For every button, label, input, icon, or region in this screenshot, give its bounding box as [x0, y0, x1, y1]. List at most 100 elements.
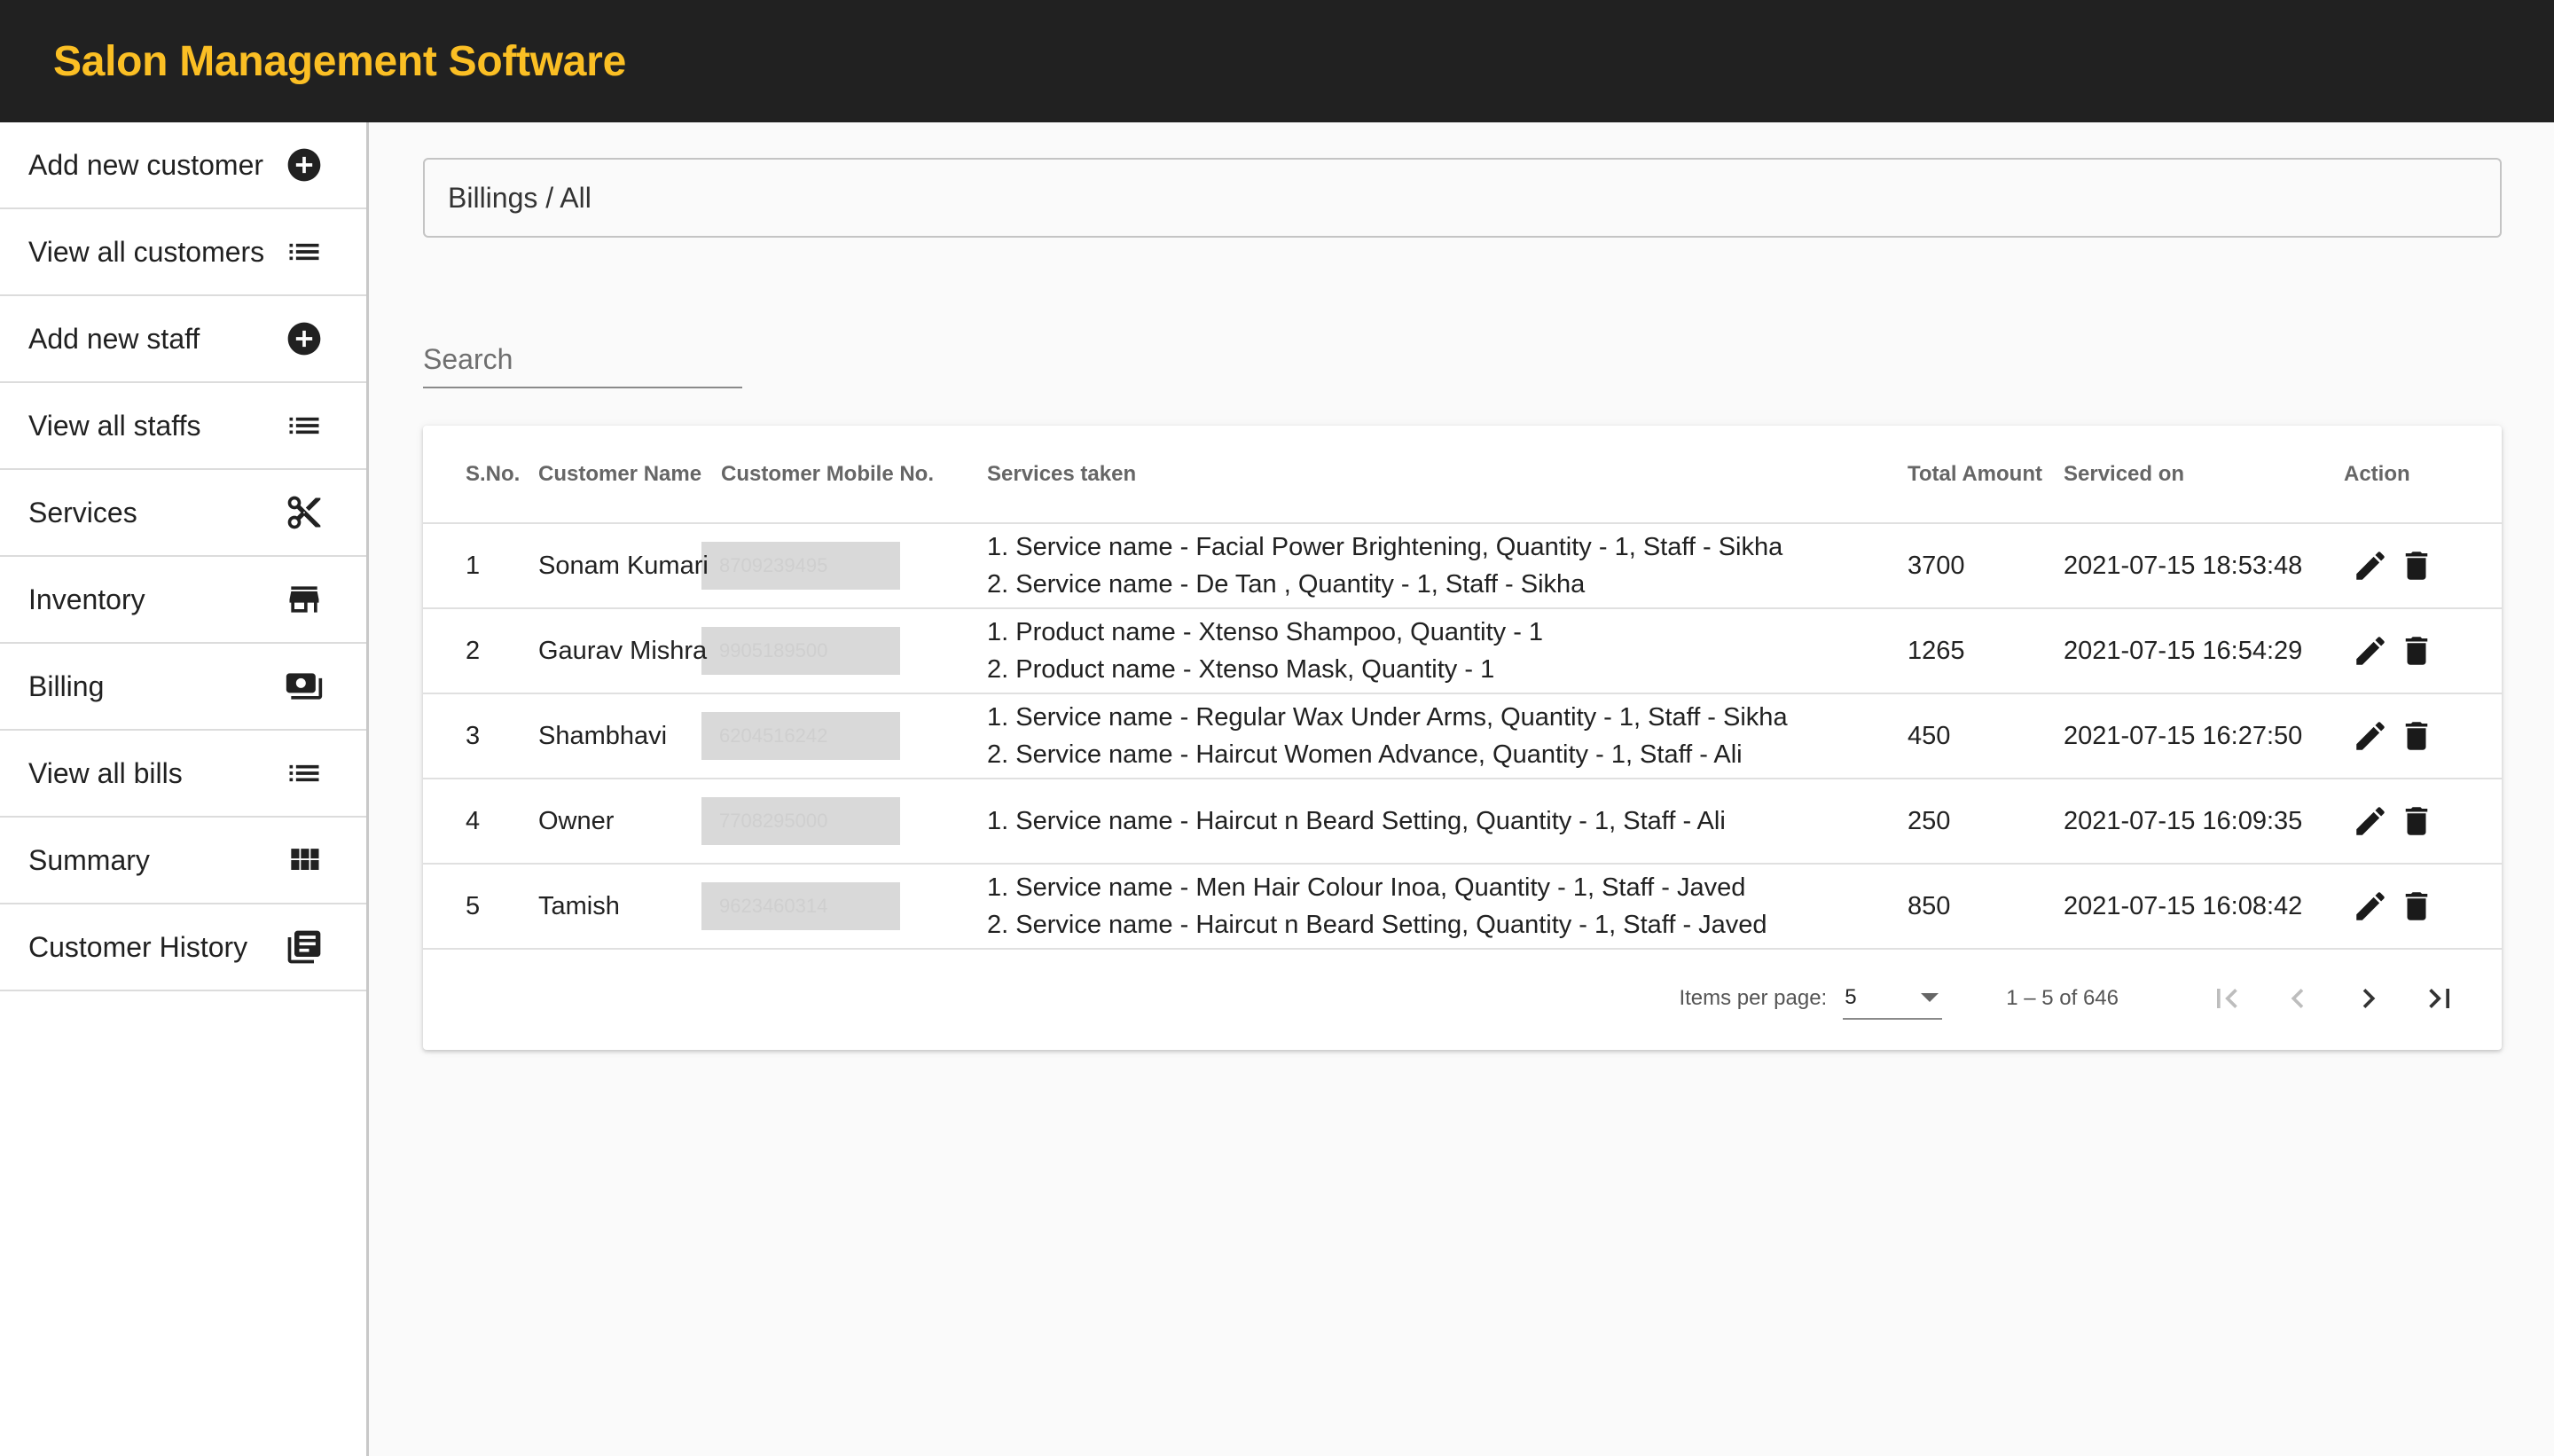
service-line: 2. Product name - Xtenso Mask, Quantity … [987, 655, 1495, 684]
search-input[interactable] [423, 332, 742, 387]
items-per-page-label: Items per page: [1679, 986, 1828, 1010]
cell-sno: 4 [466, 806, 481, 835]
sidebar: Add new customer View all customers Add … [0, 122, 369, 1456]
mobile-redacted: 9905189500 [701, 627, 900, 675]
cell-serviced-on: 2021-07-15 16:27:50 [2064, 721, 2303, 750]
cell-total-amount: 250 [1908, 806, 1951, 835]
cell-mobile: 8709239495 [701, 523, 987, 608]
sidebar-item-add-new-customer[interactable]: Add new customer [0, 122, 366, 209]
items-per-page-value: 5 [1845, 985, 1857, 1009]
service-line: 1. Service name - Men Hair Colour Inoa, … [987, 873, 1746, 902]
cell-customer-name: Tamish [538, 891, 620, 920]
delete-icon[interactable] [2397, 546, 2436, 585]
cell-services: 1. Service name - Regular Wax Under Arms… [987, 693, 1908, 779]
cell-serviced-on: 2021-07-15 16:54:29 [2064, 636, 2303, 665]
sidebar-item-view-all-bills[interactable]: View all bills [0, 731, 366, 818]
cell-sno: 2 [466, 636, 481, 665]
money-icon [285, 667, 324, 706]
grid-icon [285, 841, 324, 880]
items-per-page-select[interactable]: 5 [1843, 977, 1943, 1020]
last-page-button[interactable] [2404, 972, 2475, 1025]
sidebar-item-label: Summary [28, 843, 150, 876]
sidebar-item-label: View all customers [28, 235, 265, 268]
delete-icon[interactable] [2397, 802, 2436, 841]
sidebar-item-inventory[interactable]: Inventory [0, 557, 366, 644]
sidebar-item-services[interactable]: Services [0, 470, 366, 557]
sidebar-item-label: Add new staff [28, 322, 200, 355]
column-header-mobile: Customer Mobile No. [721, 461, 935, 486]
cell-total-amount: 1265 [1908, 636, 1965, 665]
delete-icon[interactable] [2397, 716, 2436, 755]
sidebar-item-label: Customer History [28, 930, 248, 963]
store-icon [285, 580, 324, 619]
table-header-row: S.No. Customer Name Customer Mobile No. … [423, 426, 2502, 523]
table-row[interactable]: 3 Shambhavi 6204516242 1. Service name -… [423, 693, 2502, 779]
library-books-icon [285, 928, 324, 967]
cell-action [2344, 523, 2502, 608]
chevron-right-icon [2362, 989, 2376, 1008]
service-line: 2. Service name - Haircut Women Advance,… [987, 740, 1743, 769]
table-row[interactable]: 4 Owner 7708295000 1. Service name - Hai… [423, 779, 2502, 864]
sidebar-item-view-all-staffs[interactable]: View all staffs [0, 383, 366, 470]
list-icon [285, 406, 324, 445]
table-row[interactable]: 2 Gaurav Mishra 9905189500 1. Product na… [423, 608, 2502, 693]
cell-action [2344, 779, 2502, 864]
paginator: Items per page: 5 1 – 5 of 646 [423, 947, 2502, 1050]
table-row[interactable]: 1 Sonam Kumari 8709239495 1. Service nam… [423, 523, 2502, 608]
list-icon [285, 754, 324, 793]
cell-customer-name: Gaurav Mishra [538, 636, 708, 665]
cell-services: 1. Product name - Xtenso Shampoo, Quanti… [987, 608, 1908, 693]
mobile-redacted: 6204516242 [701, 712, 900, 760]
app-title: Salon Management Software [53, 37, 626, 85]
edit-icon[interactable] [2351, 887, 2390, 926]
column-header-services: Services taken [987, 461, 1137, 486]
cell-serviced-on: 2021-07-15 18:53:48 [2064, 551, 2303, 580]
cell-sno: 1 [466, 551, 481, 580]
first-page-button[interactable] [2191, 972, 2262, 1025]
mobile-redacted: 9623460314 [701, 882, 900, 930]
cell-action [2344, 608, 2502, 693]
column-header-customer-name: Customer Name [538, 461, 702, 486]
column-header-action: Action [2344, 461, 2410, 486]
page-range-label: 1 – 5 of 646 [2006, 986, 2119, 1010]
search-field[interactable] [423, 332, 742, 388]
sidebar-item-customer-history[interactable]: Customer History [0, 904, 366, 991]
table-row[interactable]: 5 Tamish 9623460314 1. Service name - Me… [423, 864, 2502, 949]
edit-icon[interactable] [2351, 802, 2390, 841]
cell-total-amount: 850 [1908, 891, 1951, 920]
edit-icon[interactable] [2351, 631, 2390, 670]
app-header: Salon Management Software [0, 0, 2554, 122]
cell-customer-name: Sonam Kumari [538, 551, 709, 580]
sidebar-item-billing[interactable]: Billing [0, 644, 366, 731]
delete-icon[interactable] [2397, 631, 2436, 670]
delete-icon[interactable] [2397, 887, 2436, 926]
service-line: 2. Service name - Haircut n Beard Settin… [987, 911, 1767, 939]
service-line: 1. Service name - Haircut n Beard Settin… [987, 807, 1726, 835]
add-circle-icon [285, 145, 324, 184]
cell-mobile: 9623460314 [701, 864, 987, 949]
cell-sno: 3 [466, 721, 481, 750]
cell-services: 1. Service name - Haircut n Beard Settin… [987, 779, 1908, 864]
service-line: 1. Service name - Regular Wax Under Arms… [987, 703, 1788, 732]
mobile-redacted: 7708295000 [701, 797, 900, 845]
sidebar-item-view-all-customers[interactable]: View all customers [0, 209, 366, 296]
cell-action [2344, 864, 2502, 949]
edit-icon[interactable] [2351, 716, 2390, 755]
sidebar-item-summary[interactable]: Summary [0, 818, 366, 904]
main-content: Billings / All S.No. Customer Name Custo… [372, 122, 2554, 1456]
previous-page-button[interactable] [2262, 972, 2333, 1025]
column-header-serviced-on: Serviced on [2064, 461, 2185, 486]
billings-table-card: S.No. Customer Name Customer Mobile No. … [423, 426, 2502, 1050]
cell-action [2344, 693, 2502, 779]
sidebar-item-add-new-staff[interactable]: Add new staff [0, 296, 366, 383]
next-page-button[interactable] [2333, 972, 2404, 1025]
cell-mobile: 7708295000 [701, 779, 987, 864]
edit-icon[interactable] [2351, 546, 2390, 585]
cell-services: 1. Service name - Men Hair Colour Inoa, … [987, 864, 1908, 949]
sidebar-item-label: View all staffs [28, 409, 201, 442]
cell-serviced-on: 2021-07-15 16:09:35 [2064, 806, 2303, 835]
sidebar-item-label: View all bills [28, 756, 183, 789]
cell-sno: 5 [466, 891, 481, 920]
add-circle-icon [285, 319, 324, 358]
service-line: 1. Product name - Xtenso Shampoo, Quanti… [987, 618, 1544, 646]
